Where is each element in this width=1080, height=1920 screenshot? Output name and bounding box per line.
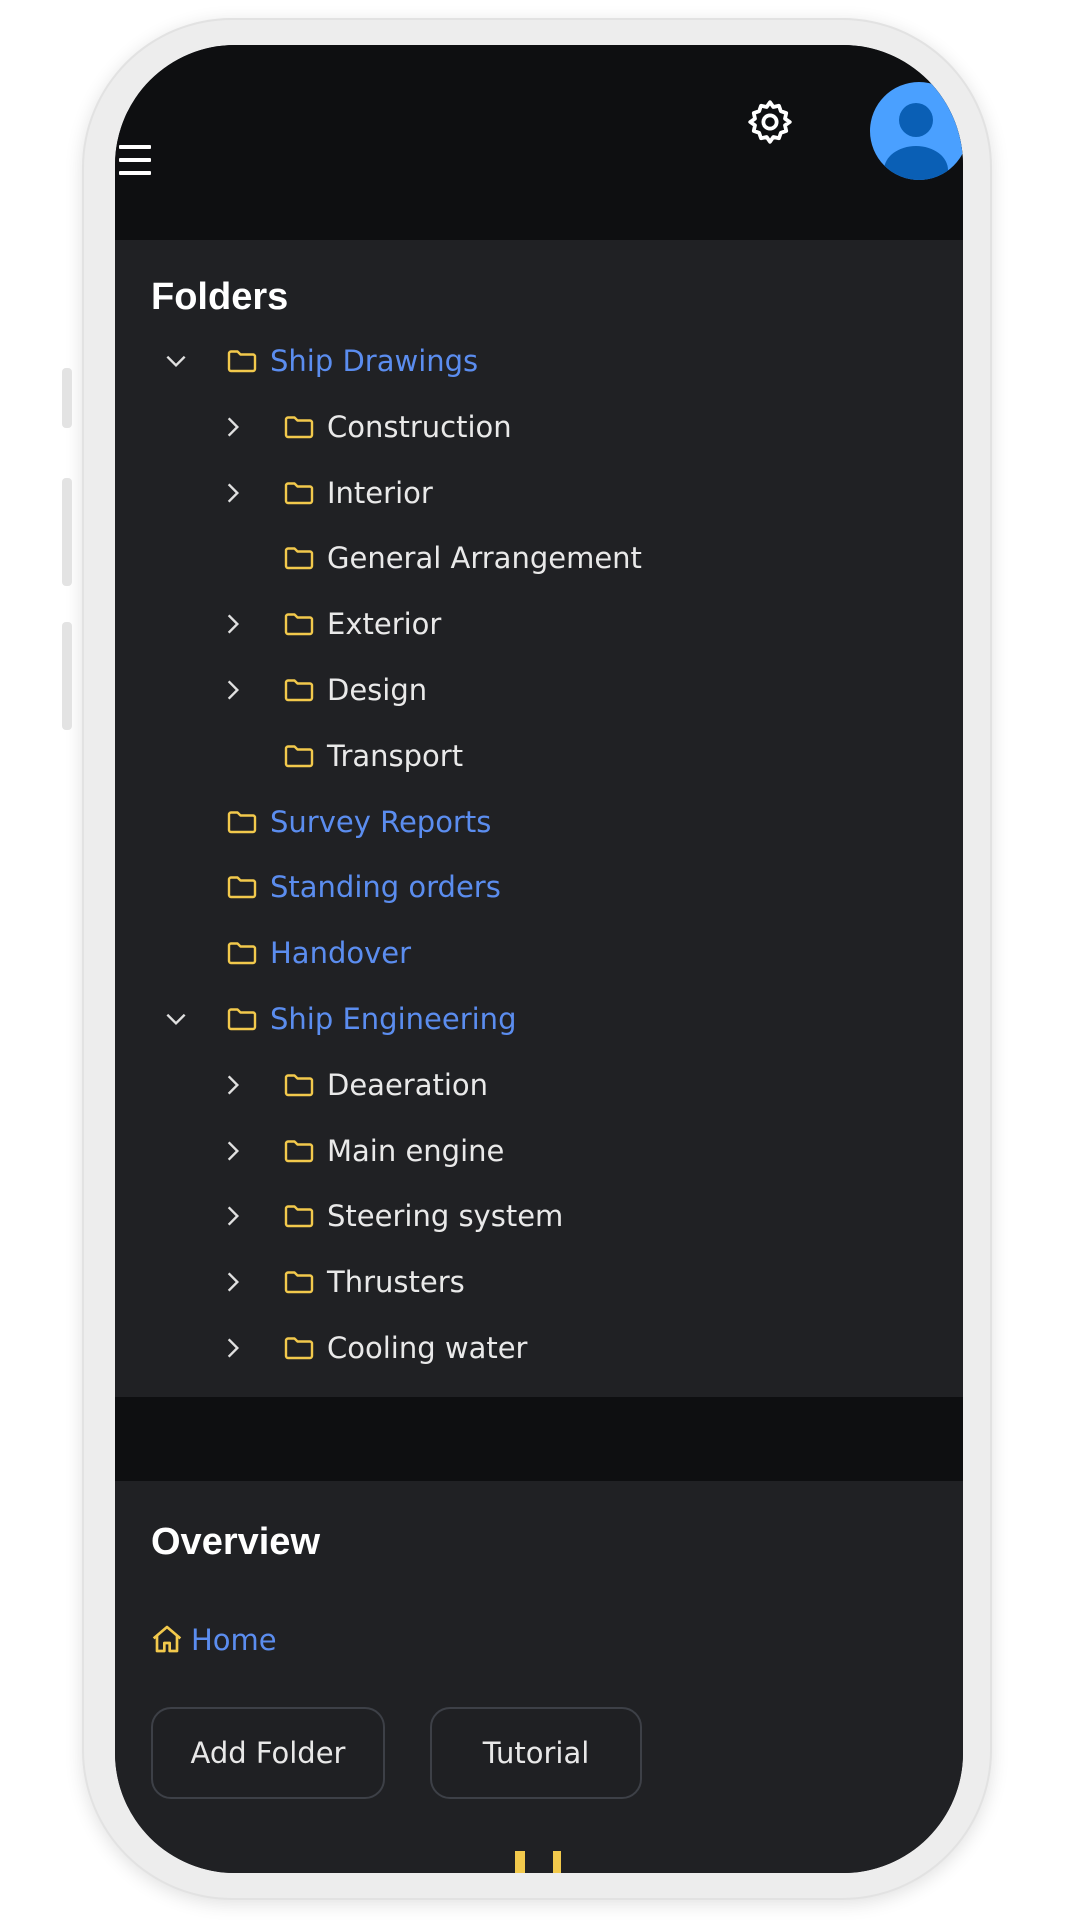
partial-icon-peek (515, 1851, 525, 1873)
gear-icon[interactable] (745, 97, 795, 147)
folder-icon (227, 876, 257, 899)
folder-tree-item[interactable]: Thrusters (115, 1256, 963, 1308)
folder-tree-item[interactable]: Exterior (115, 598, 963, 650)
chevron-right-icon[interactable] (220, 677, 246, 703)
folder-tree-item[interactable]: Survey Reports (115, 796, 963, 848)
hamburger-menu-icon[interactable] (119, 145, 151, 179)
top-app-bar (115, 45, 963, 240)
folders-title: Folders (151, 276, 289, 318)
folder-tree-item[interactable]: Standing orders (115, 861, 963, 913)
folder-icon (284, 1271, 314, 1294)
folder-tree-item-label: Ship Engineering (270, 1002, 517, 1036)
folder-icon (284, 613, 314, 636)
folder-icon (284, 1074, 314, 1096)
chevron-right-icon[interactable] (220, 414, 246, 440)
chevron-right-icon[interactable] (220, 611, 246, 637)
folder-tree-item-label: Construction (327, 409, 512, 444)
folder-icon (227, 942, 257, 965)
phone-side-button (62, 478, 72, 586)
folder-tree-item-label: Ship Drawings (270, 344, 479, 378)
home-icon (152, 1625, 182, 1653)
folder-tree-item-label: Thrusters (327, 1265, 465, 1300)
overview-title: Overview (151, 1521, 320, 1563)
folder-tree-item-label: Handover (270, 936, 412, 971)
chevron-right-icon[interactable] (220, 1335, 246, 1361)
chevron-right-icon[interactable] (220, 1072, 246, 1098)
folder-tree-item-label: Standing orders (270, 870, 501, 905)
folder-tree-item-label: Deaeration (327, 1067, 489, 1102)
folder-icon (284, 481, 314, 504)
folder-tree-item-label: General Arrangement (327, 541, 642, 576)
folder-tree-item[interactable]: Design (115, 664, 963, 716)
folder-icon (284, 1337, 314, 1360)
folder-tree-item[interactable]: Construction (115, 401, 963, 453)
folder-tree-item-label: Main engine (327, 1133, 505, 1168)
phone-side-button (62, 622, 72, 730)
folder-tree-item[interactable]: Interior (115, 467, 963, 519)
folder-tree-item[interactable]: General Arrangement (115, 532, 963, 584)
folder-tree-item-label: Interior (327, 475, 433, 510)
folder-tree-item[interactable]: Transport (115, 730, 963, 782)
folder-icon (284, 416, 314, 438)
folder-tree-item-label: Cooling water (327, 1331, 528, 1365)
partial-icon-peek (553, 1851, 561, 1873)
folder-tree-item-label: Design (327, 673, 428, 707)
folder-tree-item[interactable]: Ship Engineering (115, 993, 963, 1045)
folder-tree-item-label: Steering system (327, 1199, 564, 1234)
chevron-right-icon[interactable] (220, 1269, 246, 1295)
section-divider (115, 1397, 963, 1481)
overview-panel: Overview Home Add Folder Tutorial (115, 1481, 963, 1873)
folder-icon (284, 547, 314, 570)
folder-tree-item[interactable]: Steering system (115, 1190, 963, 1242)
folder-icon (284, 1205, 314, 1228)
chevron-down-icon[interactable] (163, 1006, 189, 1032)
folder-icon (227, 1008, 257, 1031)
folder-tree-item-label: Transport (327, 738, 464, 773)
folder-icon (284, 679, 314, 702)
folder-tree-item-label: Survey Reports (270, 804, 492, 839)
folder-icon (284, 1139, 314, 1162)
tutorial-button[interactable]: Tutorial (430, 1707, 642, 1799)
chevron-right-icon[interactable] (220, 480, 246, 506)
add-folder-button[interactable]: Add Folder (151, 1707, 385, 1799)
folder-tree-item-label: Exterior (327, 607, 442, 642)
chevron-right-icon[interactable] (220, 1138, 246, 1164)
chevron-down-icon[interactable] (163, 348, 189, 374)
folder-tree-item[interactable]: Main engine (115, 1125, 963, 1177)
chevron-right-icon[interactable] (220, 1203, 246, 1229)
breadcrumb-home-label: Home (191, 1623, 277, 1657)
user-avatar-icon[interactable] (870, 82, 963, 180)
folder-icon (227, 810, 257, 833)
app-screen: Folders Ship Drawings Construction Interio… (115, 45, 963, 1873)
folder-tree-item[interactable]: Ship Drawings (115, 335, 963, 387)
folder-tree-item[interactable]: Deaeration (115, 1059, 963, 1111)
folder-icon (227, 350, 257, 373)
folder-tree-item[interactable]: Cooling water (115, 1322, 963, 1374)
folders-panel: Folders Ship Drawings Construction Interio… (115, 240, 963, 1397)
folder-icon (284, 745, 314, 767)
phone-side-button (62, 368, 72, 428)
folder-tree-item[interactable]: Handover (115, 927, 963, 979)
